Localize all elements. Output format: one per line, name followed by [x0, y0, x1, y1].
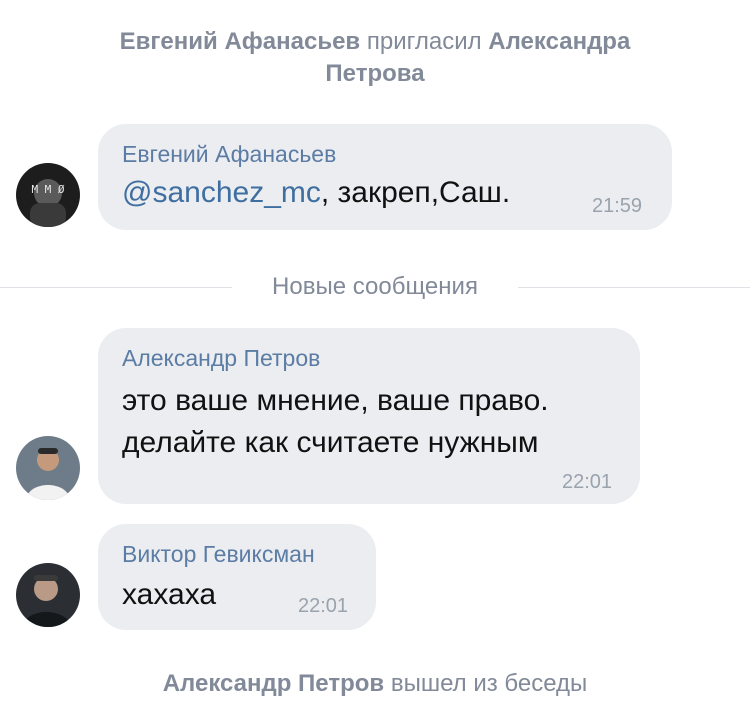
message-text: хахаха — [122, 578, 217, 611]
message-author[interactable]: Евгений Афанасьев — [122, 140, 336, 168]
service-action: пригласил — [366, 28, 482, 55]
mention-link[interactable]: @sanchez_mc — [122, 176, 321, 209]
service-message-leave: Александр Петров вышел из беседы — [0, 668, 750, 700]
avatar-photo-icon: M M Ø — [16, 163, 80, 227]
message-time: 22:01 — [298, 595, 349, 617]
avatar-photo-icon — [16, 563, 80, 627]
svg-text:M M Ø: M M Ø — [31, 183, 64, 196]
message-text-line: это ваше мнение, ваше право. — [122, 384, 549, 417]
message-author[interactable]: Виктор Гевиксман — [122, 540, 315, 568]
message-text: это ваше мнение, ваше право. делайте как… — [122, 380, 549, 464]
message-bubble[interactable]: Виктор Гевиксман хахаха 22:01 — [98, 524, 376, 630]
message-time: 22:01 — [562, 471, 613, 493]
divider-line-right — [518, 287, 750, 288]
message-time: 21:59 — [592, 195, 643, 217]
service-message-invite: Евгений Афанасьев пригласил Александра П… — [0, 26, 750, 90]
service-action: вышел из беседы — [390, 670, 588, 697]
message-author[interactable]: Александр Петров — [122, 344, 320, 372]
message-bubble[interactable]: Евгений Афанасьев @sanchez_mc, закреп,Са… — [98, 124, 672, 230]
message-text: @sanchez_mc, закреп,Саш. — [122, 172, 510, 214]
new-messages-divider: Новые сообщения — [0, 270, 750, 304]
avatar[interactable] — [16, 436, 80, 500]
message-bubble[interactable]: Александр Петров это ваше мнение, ваше п… — [98, 328, 640, 504]
service-actor[interactable]: Евгений Афанасьев — [120, 28, 361, 55]
avatar-photo-icon — [16, 436, 80, 500]
avatar[interactable] — [16, 563, 80, 627]
avatar[interactable]: M M Ø — [16, 163, 80, 227]
message-text-line: делайте как считаете нужным — [122, 426, 539, 459]
message-text-body: , закреп,Саш. — [320, 176, 511, 209]
service-actor[interactable]: Александр Петров — [163, 670, 384, 697]
